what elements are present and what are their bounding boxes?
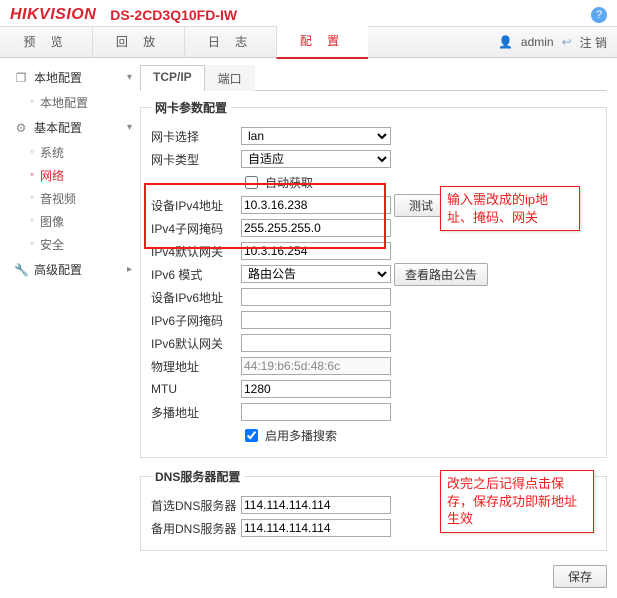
multicast-label: 多播地址 <box>151 404 241 421</box>
nic-select[interactable]: lan <box>241 127 391 145</box>
subtab-port[interactable]: 端口 <box>205 65 255 91</box>
auto-obtain-checkbox[interactable] <box>245 176 258 189</box>
sidebar-group-local[interactable]: ❐ 本地配置 ▾ <box>4 64 136 91</box>
multi-search-label: 启用多播搜索 <box>265 427 337 444</box>
dns-legend: DNS服务器配置 <box>151 468 244 485</box>
chevron-down-icon: ▾ <box>127 122 132 133</box>
annotation-save: 改完之后记得点击保存，保存成功即新地址生效 <box>440 470 594 533</box>
model-number: DS-2CD3Q10FD-IW <box>110 7 237 23</box>
ipv6-addr-label: 设备IPv6地址 <box>151 289 241 306</box>
sidebar-item-system[interactable]: 系统 <box>4 141 136 164</box>
dns-primary-label: 首选DNS服务器 <box>151 497 241 514</box>
sidebar-item-local[interactable]: 本地配置 <box>4 91 136 114</box>
annotation-ip: 输入需改成的ip地址、掩码、网关 <box>440 186 580 231</box>
tab-playback[interactable]: 回 放 <box>92 27 184 58</box>
ipv4-gw-label: IPv4默认网关 <box>151 243 241 260</box>
monitor-icon: ❐ <box>14 71 28 85</box>
mac-label: 物理地址 <box>151 358 241 375</box>
sidebar-item-network[interactable]: 网络 <box>4 164 136 187</box>
mtu-label: MTU <box>151 382 241 396</box>
help-icon[interactable]: ? <box>591 7 607 23</box>
ipv6-gw-label: IPv6默认网关 <box>151 335 241 352</box>
chevron-right-icon: ▸ <box>127 264 132 275</box>
nic-legend: 网卡参数配置 <box>151 99 231 116</box>
ipv6-mode-label: IPv6 模式 <box>151 266 241 283</box>
username: admin <box>521 35 554 49</box>
ipv6-mode-select[interactable]: 路由公告 <box>241 265 391 283</box>
ipv4-addr-label: 设备IPv4地址 <box>151 197 241 214</box>
subtab-tcpip[interactable]: TCP/IP <box>140 65 205 91</box>
ipv4-gw-input[interactable] <box>241 242 391 260</box>
wrench-icon: 🔧 <box>14 263 28 277</box>
tab-log[interactable]: 日 志 <box>184 27 276 58</box>
save-button[interactable]: 保存 <box>553 565 607 588</box>
tab-preview[interactable]: 预 览 <box>0 27 92 58</box>
sidebar-item-security[interactable]: 安全 <box>4 233 136 256</box>
mtu-input[interactable] <box>241 380 391 398</box>
logout-link[interactable]: 注 销 <box>580 34 607 51</box>
ipv6-gw-input[interactable] <box>241 334 391 352</box>
dns-primary-input[interactable] <box>241 496 391 514</box>
sidebar-item-image[interactable]: 图像 <box>4 210 136 233</box>
nic-select-label: 网卡选择 <box>151 128 241 145</box>
view-route-button[interactable]: 查看路由公告 <box>394 263 488 286</box>
sidebar-group-basic[interactable]: ⚙ 基本配置 ▾ <box>4 114 136 141</box>
ipv6-mask-input[interactable] <box>241 311 391 329</box>
nic-type-label: 网卡类型 <box>151 151 241 168</box>
user-icon: 👤 <box>498 35 513 49</box>
chevron-down-icon: ▾ <box>127 72 132 83</box>
logout-icon: ↩ <box>562 35 572 49</box>
gear-icon: ⚙ <box>14 121 28 135</box>
sidebar-group-advanced[interactable]: 🔧 高级配置 ▸ <box>4 256 136 283</box>
ipv4-mask-input[interactable] <box>241 219 391 237</box>
ipv6-addr-input[interactable] <box>241 288 391 306</box>
nic-config-card: 网卡参数配置 网卡选择 lan 网卡类型 自适应 自动获取 设备IPv4地址 测… <box>140 99 607 458</box>
nic-type-select[interactable]: 自适应 <box>241 150 391 168</box>
ipv4-addr-input[interactable] <box>241 196 391 214</box>
dns-backup-label: 备用DNS服务器 <box>151 520 241 537</box>
sidebar-item-video[interactable]: 音视频 <box>4 187 136 210</box>
mac-input <box>241 357 391 375</box>
multi-search-checkbox[interactable] <box>245 429 258 442</box>
brand-logo: HIKVISION <box>10 6 96 24</box>
multicast-input[interactable] <box>241 403 391 421</box>
ipv4-mask-label: IPv4子网掩码 <box>151 220 241 237</box>
tab-config[interactable]: 配 置 <box>276 26 368 59</box>
auto-obtain-label: 自动获取 <box>265 174 313 191</box>
dns-backup-input[interactable] <box>241 519 391 537</box>
ipv6-mask-label: IPv6子网掩码 <box>151 312 241 329</box>
